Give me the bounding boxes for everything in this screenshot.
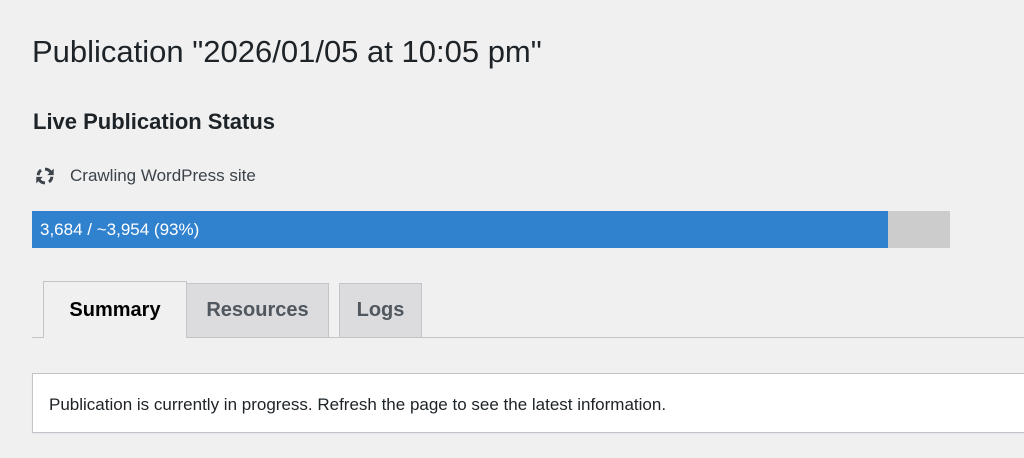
tab-logs[interactable]: Logs [339, 283, 422, 337]
notice-text: Publication is currently in progress. Re… [49, 395, 667, 414]
crawl-status: Crawling WordPress site [33, 163, 256, 189]
page-title: Publication "2026/01/05 at 10:05 pm" [32, 34, 542, 69]
progress-bar: 3,684 / ~3,954 (93%) [32, 211, 950, 248]
tab-summary[interactable]: Summary [43, 281, 187, 338]
tab-bar: Summary Resources Logs [32, 281, 1024, 338]
refresh-icon [33, 164, 57, 188]
progress-notice: Publication is currently in progress. Re… [32, 373, 1024, 433]
progress-text: 3,684 / ~3,954 (93%) [40, 220, 200, 239]
crawl-status-text: Crawling WordPress site [70, 166, 256, 185]
live-status-heading: Live Publication Status [33, 109, 276, 134]
tab-resources[interactable]: Resources [186, 283, 329, 337]
